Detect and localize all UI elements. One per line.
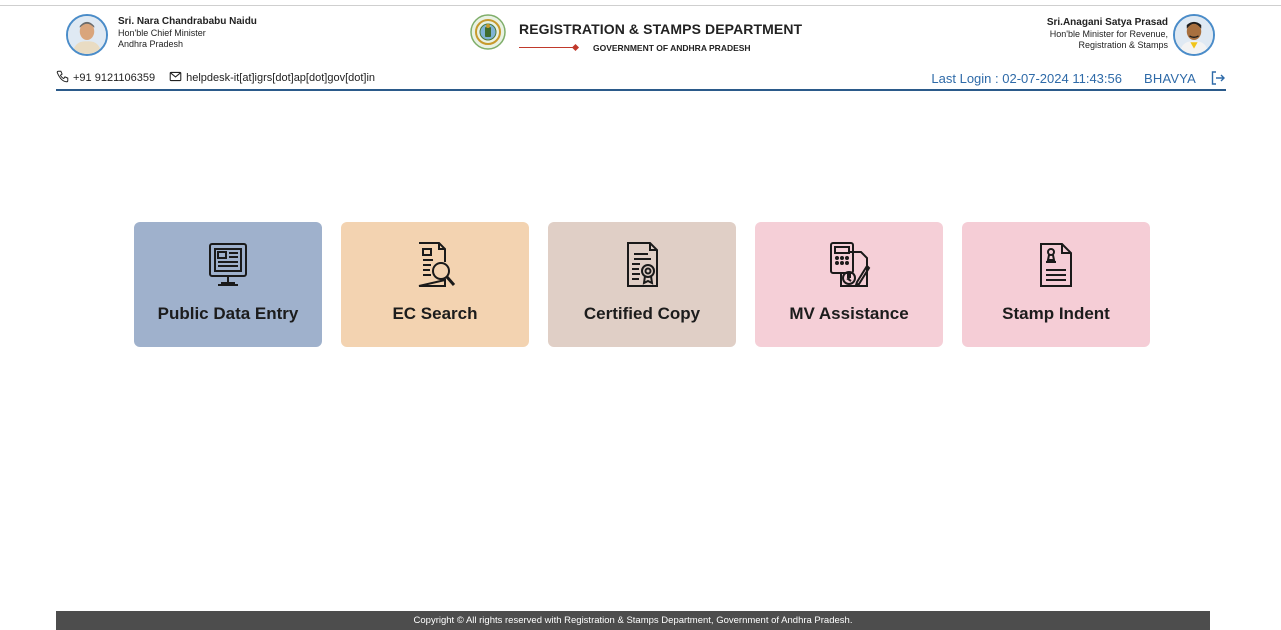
chief-minister-avatar — [66, 14, 108, 56]
phone-number: +91 9121106359 — [73, 72, 156, 84]
session-info: Last Login : 02-07-2024 11:43:56 BHAVYA — [931, 69, 1226, 87]
decorative-arrow-line — [519, 43, 581, 52]
site-header: Sri. Nara Chandrababu Naidu Hon'ble Chie… — [56, 10, 1226, 90]
monitor-form-icon — [206, 240, 250, 290]
state-emblem-icon — [470, 14, 506, 50]
minister-avatar — [1173, 14, 1215, 56]
minister-name: Sri.Anagani Satya Prasad — [1046, 17, 1168, 28]
username-label: BHAVYA — [1143, 70, 1196, 86]
email-address: helpdesk-it[at]igrs[dot]ap[dot]gov[dot]i… — [186, 72, 376, 84]
government-title: GOVERNMENT OF ANDHRA PRADESH — [593, 43, 751, 53]
phone-icon — [56, 70, 73, 86]
top-divider — [0, 5, 1281, 6]
chief-minister-name: Sri. Nara Chandrababu Naidu — [118, 16, 257, 27]
ec-search-tile[interactable]: EC Search — [341, 222, 529, 347]
tile-label: Certified Copy — [583, 304, 701, 323]
chief-minister-designation: Hon'ble Chief Minister — [118, 28, 206, 38]
calculator-rupee-icon — [827, 240, 871, 290]
chief-minister-state: Andhra Pradesh — [118, 39, 184, 49]
minister-designation-line2: Registration & Stamps — [1078, 40, 1168, 50]
certified-copy-tile[interactable]: Certified Copy — [548, 222, 736, 347]
tile-label: Stamp Indent — [1002, 304, 1110, 323]
last-login-text: Last Login : 02-07-2024 11:43:56 — [931, 70, 1122, 86]
certificate-icon — [620, 240, 664, 290]
tile-label: Public Data Entry — [157, 304, 299, 323]
tile-label: EC Search — [392, 304, 478, 323]
document-search-icon — [413, 240, 457, 290]
stamp-indent-tile[interactable]: Stamp Indent — [962, 222, 1150, 347]
tile-label: MV Assistance — [789, 304, 909, 323]
department-title: REGISTRATION & STAMPS DEPARTMENT — [519, 21, 803, 37]
email-contact: helpdesk-it[at]igrs[dot]ap[dot]gov[dot]i… — [169, 70, 375, 86]
phone-contact: +91 9121106359 — [56, 70, 155, 86]
contact-row: +91 9121106359 helpdesk-it[at]igrs[dot]a… — [56, 70, 389, 86]
chief-minister-info: Sri. Nara Chandrababu Naidu Hon'ble Chie… — [118, 16, 257, 50]
minister-info: Sri.Anagani Satya Prasad Hon'ble Ministe… — [938, 17, 1168, 51]
mail-icon — [169, 70, 186, 86]
stamp-document-icon — [1034, 240, 1078, 290]
header-divider — [56, 89, 1226, 91]
public-data-entry-tile[interactable]: Public Data Entry — [134, 222, 322, 347]
footer-copyright: Copyright © All rights reserved with Reg… — [56, 611, 1210, 630]
logout-icon[interactable] — [1210, 70, 1226, 86]
mv-assistance-tile[interactable]: MV Assistance — [755, 222, 943, 347]
service-tiles: Public Data Entry EC Search Certified Co… — [134, 222, 1169, 347]
minister-designation-line1: Hon'ble Minister for Revenue, — [1049, 29, 1168, 39]
